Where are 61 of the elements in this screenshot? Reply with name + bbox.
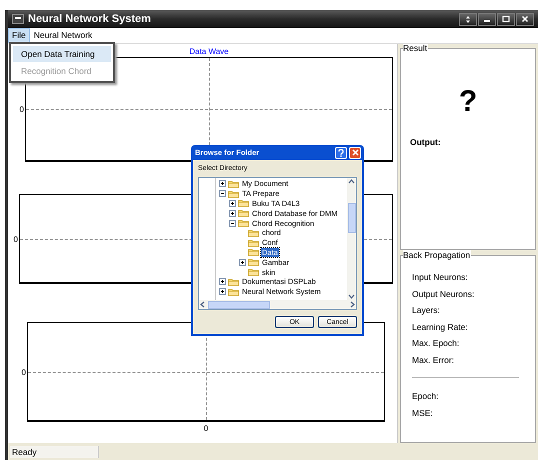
expand-icon[interactable] (239, 258, 246, 266)
maximize-icon (502, 15, 510, 23)
expand-icon[interactable] (229, 210, 236, 217)
minimize-button[interactable] (478, 12, 496, 26)
collapse-icon[interactable] (229, 220, 236, 227)
scroll-up-icon (348, 178, 355, 185)
close-icon (352, 149, 358, 156)
folder-icon (248, 248, 259, 256)
horizontal-scrollbar[interactable] (199, 300, 356, 309)
plot-title: Data Wave (189, 47, 229, 56)
folder-icon (238, 219, 249, 228)
axis-tick-label: 0 (204, 424, 208, 433)
folder-icon (248, 268, 259, 276)
field-label: Input Neurons: (412, 272, 468, 282)
expand-icon[interactable] (219, 180, 226, 188)
axis-tick-label: 0 (22, 368, 26, 376)
scroll-left-icon (199, 301, 206, 308)
axis-tick-label: 0 (20, 105, 24, 114)
help-button[interactable] (335, 146, 347, 158)
scroll-thumb[interactable] (208, 300, 270, 308)
status-text: Ready (10, 446, 99, 458)
window-title: Neural Network System (28, 13, 152, 25)
folder-icon (228, 190, 239, 198)
expand-icon[interactable] (219, 288, 226, 296)
resize-arrows-icon (464, 15, 472, 23)
field-label: Layers: (412, 305, 440, 316)
group-title: Result (403, 43, 428, 53)
expand-icon[interactable] (219, 278, 226, 286)
expand-icon[interactable] (229, 200, 236, 207)
folder-icon (248, 258, 259, 266)
close-icon (521, 15, 529, 23)
scroll-down-icon (348, 293, 355, 300)
field-label: Learning Rate: (412, 322, 468, 332)
field-label: Max. Epoch: (412, 338, 460, 348)
vertical-scrollbar[interactable] (347, 178, 356, 300)
field-label: MSE: (412, 408, 433, 418)
folder-icon (248, 238, 259, 247)
close-button[interactable] (516, 12, 534, 26)
field-label: Max. Error: (412, 354, 454, 365)
resize-arrows-button[interactable] (459, 12, 477, 26)
output-label: Output: (410, 137, 441, 147)
field-label: Epoch: (412, 391, 438, 402)
maximize-button[interactable] (497, 12, 515, 26)
menu-item[interactable]: File (8, 28, 30, 43)
folder-icon (228, 288, 239, 296)
folder-icon (228, 278, 239, 286)
collapse-icon[interactable] (219, 190, 226, 198)
scroll-thumb[interactable] (348, 203, 356, 233)
result-value: ? (458, 85, 478, 119)
folder-icon (228, 180, 239, 188)
folder-icon (248, 228, 259, 237)
help-icon (338, 148, 344, 156)
axis-tick-label: 0 (14, 234, 18, 244)
field-label: Output Neurons: (412, 288, 474, 299)
scroll-right-icon (349, 301, 356, 308)
menu-item[interactable]: Open Data Training (13, 46, 111, 62)
system-menu-icon[interactable] (12, 14, 24, 24)
folder-icon (238, 199, 249, 208)
menu-item[interactable]: Neural Network (30, 28, 96, 43)
group-title: Back Propagation (403, 250, 472, 260)
folder-icon (238, 209, 249, 218)
